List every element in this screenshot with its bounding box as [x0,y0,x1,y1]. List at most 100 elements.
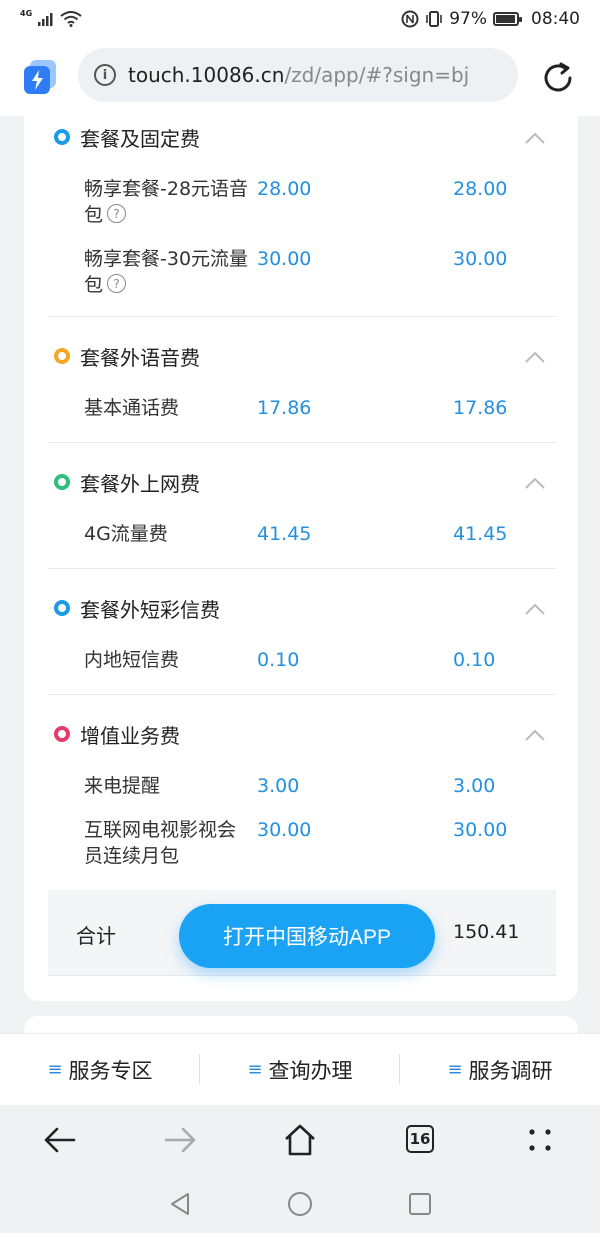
fee-value-actual: 30.00 [453,248,508,270]
fee-row: 互联网电视影视会员连续月包 30.00 30.00 [24,817,578,873]
tabs-count: 16 [406,1125,434,1153]
clock: 08:40 [531,9,580,29]
chevron-up-icon[interactable] [524,728,546,742]
chevron-up-icon[interactable] [524,602,546,616]
forward-arrow-icon[interactable] [160,1120,200,1160]
system-back-icon[interactable] [168,1191,192,1217]
network-type: 4G [20,8,33,18]
divider [48,568,556,569]
section-title: 套餐外语音费 [80,345,200,370]
url-path: /zd/app/#?sign=bj [284,63,470,87]
chevron-up-icon[interactable] [524,350,546,364]
url-host: touch.10086.cn [128,63,285,87]
fee-name: 来电提醒 [84,775,161,797]
section-data-fee: 套餐外上网费 4G流量费 41.45 41.45 [24,462,578,562]
section-title: 套餐外上网费 [80,471,200,496]
browser-address-bar: i touch.10086.cn/zd/app/#?sign=bj [0,38,600,116]
section-title: 套餐及固定费 [80,126,200,151]
battery-icon [493,12,522,26]
status-left: 4G [20,8,82,27]
system-home-icon[interactable] [287,1191,313,1217]
divider [48,694,556,695]
fee-value: 17.86 [257,397,312,419]
tab-label: 服务专区 [68,1058,153,1083]
system-recents-icon[interactable] [408,1192,432,1216]
menu-icon: ≡ [447,1059,463,1080]
bottom-tab-bar: ≡ 服务专区 ≡ 查询办理 ≡ 服务调研 [0,1033,600,1105]
divider [48,442,556,443]
section-header[interactable]: 增值业务费 [54,719,180,749]
section-header[interactable]: 套餐及固定费 [54,122,200,152]
reload-icon[interactable] [540,60,576,96]
section-header[interactable]: 套餐外上网费 [54,467,200,497]
fee-row: 畅享套餐-30元流量包? 30.00 30.00 [24,246,578,306]
fee-row: 内地短信费 0.10 0.10 [24,647,578,677]
site-info-icon[interactable]: i [94,64,116,86]
more-options-icon[interactable] [520,1120,560,1160]
menu-icon: ≡ [47,1059,63,1080]
section-voice-fee: 套餐外语音费 基本通话费 17.86 17.86 [24,336,578,436]
total-value: 150.41 [453,921,520,943]
fee-name: 互联网电视影视会员连续月包 [84,819,237,867]
menu-icon: ≡ [247,1059,263,1080]
section-title: 套餐外短彩信费 [80,597,220,622]
fee-value: 30.00 [257,819,312,841]
browser-nav-bar: 16 [0,1105,600,1175]
browser-logo-icon[interactable] [24,60,56,94]
tab-query-handle[interactable]: ≡ 查询办理 [200,1034,400,1105]
battery-percent: 97% [449,9,487,29]
open-app-button[interactable]: 打开中国移动APP [179,904,435,968]
section-dot-icon [54,474,70,490]
fee-row: 来电提醒 3.00 3.00 [24,773,578,803]
chevron-up-icon[interactable] [524,476,546,490]
url-field[interactable]: i touch.10086.cn/zd/app/#?sign=bj [78,48,518,102]
help-icon[interactable]: ? [107,274,127,293]
system-nav-bar [0,1175,600,1233]
fee-row: 4G流量费 41.45 41.45 [24,521,578,551]
status-bar: 4G 97% 08:40 [0,0,600,38]
fee-name: 内地短信费 [84,649,180,671]
back-arrow-icon[interactable] [40,1120,80,1160]
fee-row: 畅享套餐-28元语音包? 28.00 28.00 [24,176,578,236]
tab-service-survey[interactable]: ≡ 服务调研 [400,1034,600,1105]
section-dot-icon [54,348,70,364]
total-label: 合计 [76,924,116,948]
fee-name: 基本通话费 [84,397,180,419]
fee-value: 30.00 [257,248,312,270]
fee-value: 28.00 [257,178,312,200]
tabs-button[interactable]: 16 [400,1120,440,1160]
tab-label: 查询办理 [268,1058,353,1083]
section-sms-fee: 套餐外短彩信费 内地短信费 0.10 0.10 [24,588,578,688]
status-right: 97% 08:40 [401,9,580,29]
fee-value: 0.10 [257,649,300,671]
home-icon[interactable] [280,1120,320,1160]
section-dot-icon [54,726,70,742]
fee-name: 畅享套餐-28元语音包? [84,178,249,226]
fee-value-actual: 0.10 [453,649,496,671]
chevron-up-icon[interactable] [524,131,546,145]
fee-value-actual: 41.45 [453,523,508,545]
section-dot-icon [54,129,70,145]
fee-value: 3.00 [257,775,300,797]
fee-value: 41.45 [257,523,312,545]
signal-icon [38,13,53,26]
bill-detail-card: 套餐及固定费 畅享套餐-28元语音包? 28.00 28.00 畅享套餐-30元… [24,116,578,1001]
vibrate-icon [426,11,443,27]
tab-label: 服务调研 [468,1058,553,1083]
fee-name: 畅享套餐-30元流量包? [84,248,249,296]
section-header[interactable]: 套餐外语音费 [54,341,200,371]
divider [48,316,556,317]
section-title: 增值业务费 [80,723,180,748]
section-package-fixed-fee: 套餐及固定费 畅享套餐-28元语音包? 28.00 28.00 畅享套餐-30元… [24,116,578,316]
help-icon[interactable]: ? [107,204,127,223]
section-dot-icon [54,600,70,616]
fee-value-actual: 3.00 [453,775,496,797]
wifi-icon [60,11,82,27]
fee-row: 基本通话费 17.86 17.86 [24,395,578,425]
section-value-added-fee: 增值业务费 来电提醒 3.00 3.00 互联网电视影视会员连续月包 30.00… [24,714,578,884]
fee-value-actual: 30.00 [453,819,508,841]
section-header[interactable]: 套餐外短彩信费 [54,593,220,623]
fee-value-actual: 28.00 [453,178,508,200]
fee-value-actual: 17.86 [453,397,508,419]
tab-service-zone[interactable]: ≡ 服务专区 [0,1034,200,1105]
